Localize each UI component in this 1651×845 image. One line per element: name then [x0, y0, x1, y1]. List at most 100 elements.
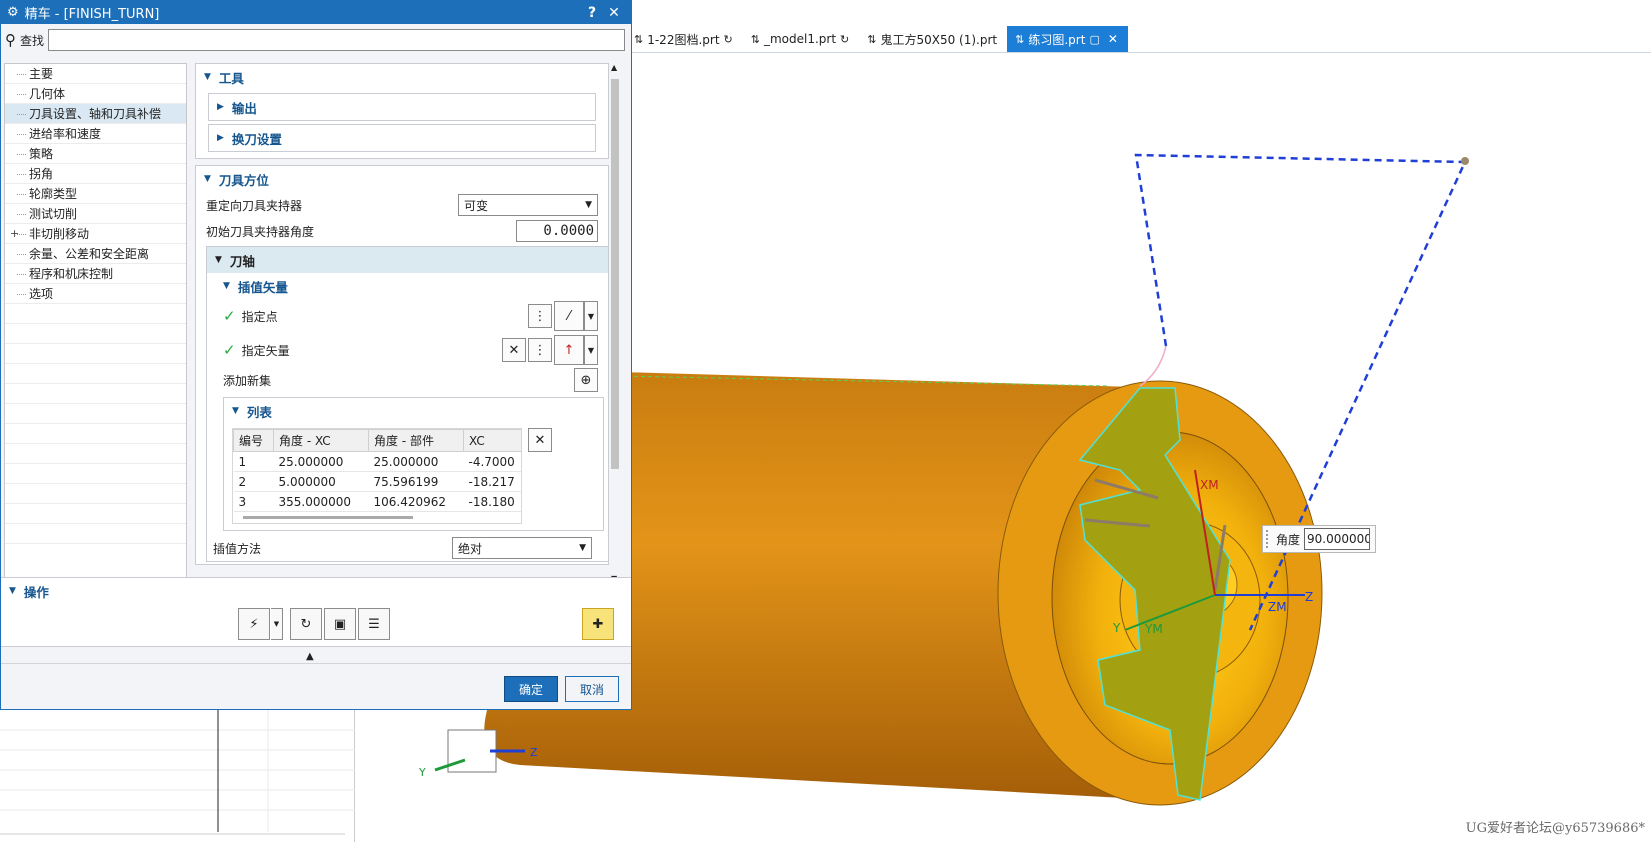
verify-button[interactable]: ▣	[324, 608, 356, 640]
list-output-button[interactable]: ☰	[358, 608, 390, 640]
specify-vector-row: ✓ 指定矢量 ✕ ⋮ ↑ ▼	[207, 333, 608, 367]
expand-icon[interactable]: +	[10, 224, 19, 244]
close-tab-icon[interactable]: ✕	[1108, 32, 1118, 46]
interp-method-label: 插值方法	[213, 541, 262, 556]
check-icon: ✓	[223, 307, 236, 325]
reorient-holder-select[interactable]: 可变 ▼	[458, 194, 598, 216]
dialog-titlebar[interactable]: ⚙ 精车 - [FINISH_TURN] ? ✕	[1, 1, 631, 24]
watermark-text: UG爱好者论坛@y65739686*	[1465, 821, 1645, 836]
find-label: 查找	[20, 33, 45, 48]
display-resulting-ipw-button[interactable]: ✚	[582, 608, 614, 640]
dialog-title: 精车 - [FINISH_TURN]	[24, 7, 160, 22]
help-button[interactable]: ?	[581, 5, 603, 21]
content-scrollbar[interactable]: ▲ ▼	[609, 63, 621, 583]
interp-vector-header[interactable]: ▼ 插值矢量	[207, 273, 608, 299]
table-row[interactable]: 3 355.000000 106.420962 -18.180	[233, 491, 521, 512]
tree-item-tool-settings[interactable]: 刀具设置、轴和刀具补偿	[5, 104, 186, 124]
col-header[interactable]: 角度 - XC	[273, 429, 369, 452]
check-icon: ✓	[223, 341, 236, 359]
table-row[interactable]: 1 25.000000 25.000000 -4.7000	[233, 451, 521, 472]
remove-item-button[interactable]: ✕	[528, 428, 552, 452]
point-dropdown-button[interactable]: ▼	[584, 301, 598, 331]
generate-dropdown[interactable]: ▼	[271, 608, 283, 640]
drag-grip-icon[interactable]	[1266, 530, 1272, 548]
point-dialog-button[interactable]: ⋮	[528, 304, 552, 328]
tree-item-machine-control[interactable]: 程序和机床控制	[5, 264, 186, 284]
tool-path-endpoint	[1461, 157, 1469, 165]
tree-item-geometry[interactable]: 几何体	[5, 84, 186, 104]
tree-item-main[interactable]: 主要	[5, 64, 186, 84]
tree-item-feeds-speeds[interactable]: 进给率和速度	[5, 124, 186, 144]
doc-tab-1-22[interactable]: ⇅ 1-22图档.prt ↻	[630, 26, 743, 52]
vector-inferred-button[interactable]: ↑	[554, 335, 584, 365]
list-subgroup: ▼ 列表 编号 角度 - XC 角度 - 部件 XC 1 25.000000 2…	[223, 397, 604, 531]
z-label: Z	[1305, 590, 1313, 604]
generate-button[interactable]: ⚡	[238, 608, 270, 640]
binoculars-icon: ⚲	[5, 31, 16, 49]
angle-label: 角度	[1276, 532, 1301, 547]
col-header[interactable]: 角度 - 部件	[368, 429, 464, 452]
vector-list-table: 编号 角度 - XC 角度 - 部件 XC 1 25.000000 25.00000…	[233, 429, 521, 512]
doc-tab-model1[interactable]: ⇅ _model1.prt ↻	[743, 26, 860, 52]
tree-empty-row	[5, 344, 186, 364]
initial-angle-row: 初始刀具夹持器角度 0.0000	[196, 218, 608, 244]
doc-tab-lianxitu[interactable]: ⇅ 练习图.prt ▢ ✕	[1007, 26, 1128, 52]
doc-tab-label: 1-22图档.prt	[647, 32, 720, 47]
collapse-panel-icon[interactable]: ▲	[306, 651, 314, 662]
cell: 355.000000	[273, 491, 369, 512]
cell: -4.7000	[463, 451, 521, 472]
sync-part-icon: ⇅	[867, 32, 877, 46]
tool-orientation-group: ▼ 刀具方位 重定向刀具夹持器 可变 ▼ 初始刀具夹持器角度 0.0000 ▼ 刀轴 …	[195, 165, 609, 565]
interp-method-row: 插值方法 绝对 ▼	[207, 535, 608, 561]
refresh-icon: ↻	[723, 32, 733, 46]
add-set-button[interactable]: ⊕	[574, 368, 598, 392]
angle-input-popup[interactable]: 角度 90.000000	[1262, 525, 1376, 553]
expand-triangle-icon: ▶	[217, 133, 224, 143]
tree-item-strategy[interactable]: 策略	[5, 144, 186, 164]
output-subgroup[interactable]: ▶ 输出	[208, 93, 596, 121]
tool-path-curve	[1139, 345, 1167, 387]
col-header[interactable]: XC	[463, 429, 521, 452]
tree-item-stock-tolerance[interactable]: 余量、公差和安全距离	[5, 244, 186, 264]
tree-empty-row	[5, 464, 186, 484]
tool-group-header[interactable]: ▼ 工具	[196, 64, 608, 90]
initial-angle-input[interactable]: 0.0000	[516, 220, 598, 242]
replay-button[interactable]: ↻	[290, 608, 322, 640]
scroll-up-icon[interactable]: ▲	[611, 63, 617, 72]
dropdown-arrow-icon: ▼	[585, 200, 592, 210]
table-hscrollbar[interactable]	[243, 516, 413, 519]
scroll-thumb[interactable]	[611, 79, 619, 469]
doc-tab-guigongfang[interactable]: ⇅ 鬼工方50X50 (1).prt	[859, 26, 1007, 52]
tool-change-title: 换刀设置	[231, 131, 282, 147]
list-header[interactable]: ▼ 列表	[224, 398, 603, 424]
vector-dialog-button[interactable]: ⋮	[528, 338, 552, 362]
angle-input[interactable]: 90.000000	[1304, 528, 1371, 550]
tree-item-test-cut[interactable]: 测试切削	[5, 204, 186, 224]
operations-header[interactable]: ▼ 操作	[1, 578, 631, 604]
vector-dropdown-button[interactable]: ▼	[584, 335, 598, 365]
cell: 25.000000	[273, 451, 369, 472]
tree-item-profile-type[interactable]: 轮廓类型	[5, 184, 186, 204]
ok-button[interactable]: 确定	[504, 676, 558, 702]
tree-item-corners[interactable]: 拐角	[5, 164, 186, 184]
tree-item-non-cutting[interactable]: + 非切削移动	[5, 224, 186, 244]
orientation-title: 刀具方位	[218, 172, 269, 188]
close-button[interactable]: ✕	[603, 5, 625, 21]
tree-empty-row	[5, 304, 186, 324]
tool-axis-header[interactable]: ▼ 刀轴	[207, 247, 608, 273]
tree-item-options[interactable]: 选项	[5, 284, 186, 304]
cancel-button[interactable]: 取消	[565, 676, 619, 702]
reverse-direction-button[interactable]: ✕	[502, 338, 526, 362]
find-input[interactable]	[48, 29, 625, 51]
point-inferred-button[interactable]: ⁄	[554, 301, 584, 331]
table-row[interactable]: 2 5.000000 75.596199 -18.217	[233, 471, 521, 492]
modified-icon: ▢	[1089, 32, 1100, 46]
gear-icon: ⚙	[7, 5, 19, 20]
tool-change-subgroup[interactable]: ▶ 换刀设置	[208, 124, 596, 152]
col-header[interactable]: 编号	[233, 429, 274, 452]
doc-tab-label: _model1.prt	[763, 32, 837, 46]
tree-empty-row	[5, 504, 186, 524]
orientation-header[interactable]: ▼ 刀具方位	[196, 166, 608, 192]
ym-label: YM	[1144, 622, 1163, 636]
interp-method-select[interactable]: 绝对 ▼	[452, 537, 592, 559]
